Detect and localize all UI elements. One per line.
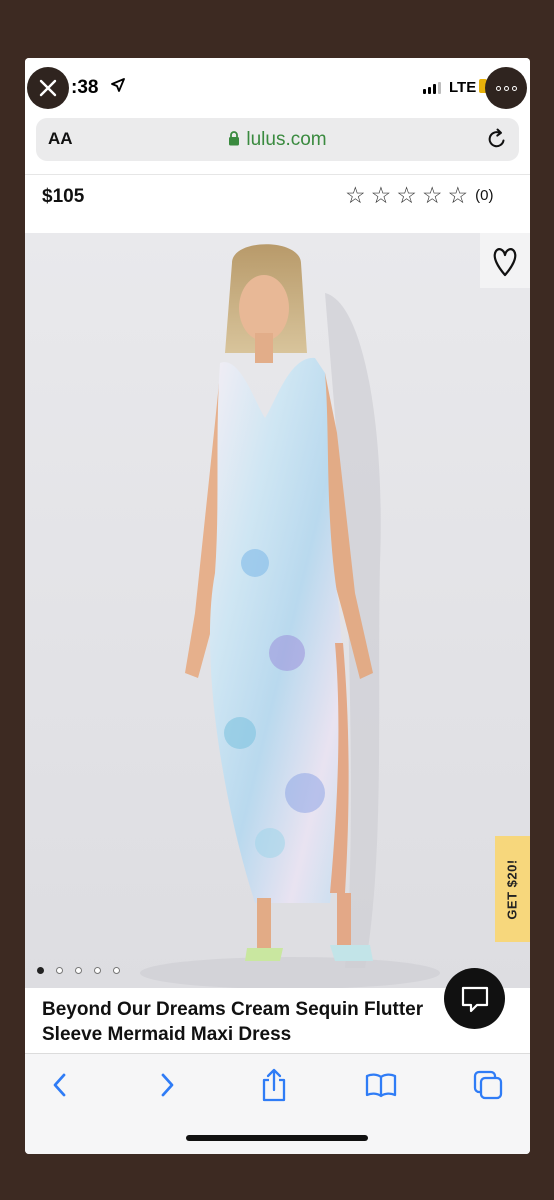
star-icon: ☆ <box>396 182 417 208</box>
pagination-dot[interactable] <box>75 967 82 974</box>
heart-icon <box>493 247 517 276</box>
promo-tab[interactable]: GET $20! <box>495 836 530 942</box>
pagination-dot[interactable] <box>37 967 44 974</box>
star-icon: ☆ <box>370 182 392 208</box>
back-button[interactable] <box>40 1068 80 1102</box>
review-count[interactable]: (0) <box>475 187 493 204</box>
star-icon: ☆ <box>421 182 443 208</box>
phone-screen: :38 LTE AA lulus.com $105 ☆ ☆ ☆ ☆ ☆ (0) <box>25 58 530 1154</box>
back-icon <box>53 1073 66 1097</box>
status-time: :38 <box>71 77 99 98</box>
wishlist-button[interactable] <box>480 233 530 288</box>
more-button[interactable] <box>485 67 527 109</box>
chat-button[interactable] <box>444 968 505 1029</box>
share-button[interactable] <box>254 1068 294 1102</box>
home-indicator <box>186 1135 368 1141</box>
bookmarks-button[interactable] <box>361 1068 401 1102</box>
product-image[interactable] <box>25 233 530 988</box>
star-icon: ☆ <box>345 182 366 208</box>
status-bar: :38 LTE <box>25 58 530 116</box>
pagination-dot[interactable] <box>56 967 63 974</box>
product-title: Beyond Our Dreams Cream Sequin Flutter S… <box>42 997 462 1047</box>
pagination-dot[interactable] <box>94 967 101 974</box>
chat-icon <box>461 986 488 1012</box>
close-icon <box>39 79 57 97</box>
tabs-button[interactable] <box>468 1068 508 1102</box>
tabs-icon <box>473 1070 503 1100</box>
product-price: $105 <box>42 186 85 207</box>
host-text: lulus.com <box>246 129 327 150</box>
model-dress-photo <box>140 244 440 988</box>
location-arrow-icon <box>111 78 125 92</box>
star-icon: ☆ <box>447 182 469 208</box>
pagination-dot[interactable] <box>113 967 120 974</box>
safari-toolbar <box>25 1053 530 1154</box>
forward-icon <box>161 1073 174 1097</box>
close-button[interactable] <box>27 67 69 109</box>
rating-stars[interactable]: ☆ ☆ ☆ ☆ ☆ (0) <box>345 182 493 208</box>
reload-icon[interactable] <box>486 128 508 150</box>
address-bar[interactable]: AA lulus.com <box>36 118 519 161</box>
header-divider <box>25 174 530 175</box>
share-icon <box>262 1068 286 1102</box>
bookmarks-icon <box>365 1073 397 1098</box>
signal-icon <box>423 82 441 94</box>
more-icon <box>495 85 501 91</box>
product-title-line-1: Beyond Our Dreams Cream Sequin Flutter <box>42 999 424 1020</box>
lock-icon <box>229 131 240 146</box>
network-label: LTE <box>449 79 477 96</box>
product-title-line-2: Sleeve Mermaid Maxi Dress <box>42 1024 292 1045</box>
image-pagination <box>37 967 120 974</box>
forward-button[interactable] <box>147 1068 187 1102</box>
url-host[interactable]: lulus.com <box>36 129 519 151</box>
promo-label: GET $20! <box>505 858 521 920</box>
